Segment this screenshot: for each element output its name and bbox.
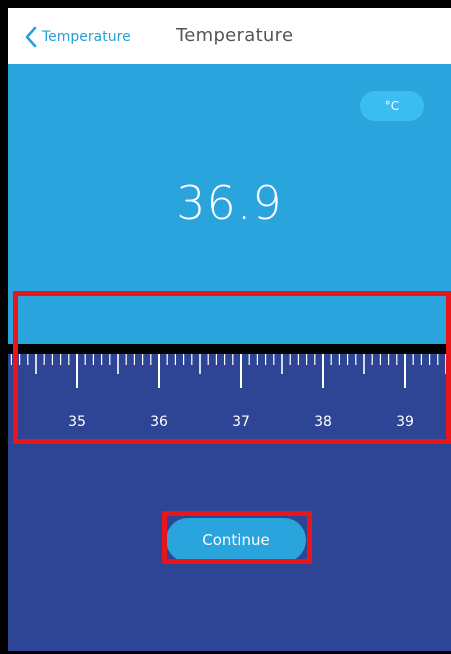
back-link-label: Temperature xyxy=(42,29,131,45)
continue-button[interactable]: Continue xyxy=(166,518,306,562)
unit-toggle-button[interactable]: °C xyxy=(360,91,424,121)
temperature-screen: Temperature Temperature °C 36.9 35 36 37 38… xyxy=(8,8,451,651)
temperature-display: °C 36.9 xyxy=(8,64,451,390)
device-frame: Temperature Temperature °C 36.9 35 36 37 38… xyxy=(0,0,451,654)
chevron-left-icon xyxy=(24,26,38,48)
temperature-reading: 36.9 xyxy=(176,176,283,230)
back-link[interactable]: Temperature xyxy=(24,24,131,50)
temperature-ruler: 35 36 37 38 39 xyxy=(8,354,451,651)
page-title: Temperature xyxy=(176,25,294,46)
header-bar: Temperature Temperature xyxy=(8,8,451,64)
ruler-drag-track[interactable] xyxy=(8,354,451,440)
